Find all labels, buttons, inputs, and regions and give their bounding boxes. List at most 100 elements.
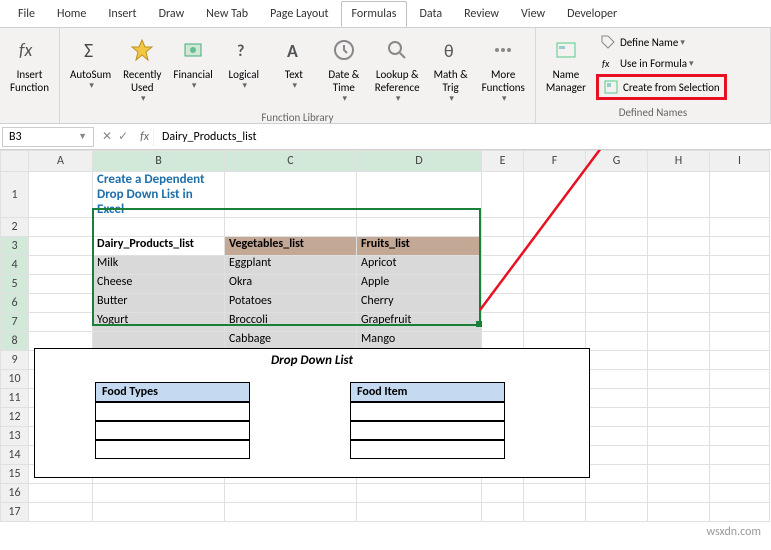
cell-C4[interactable]: Eggplant xyxy=(225,256,357,275)
row-header-14[interactable]: 14 xyxy=(1,446,29,465)
tab-data[interactable]: Data xyxy=(409,2,452,26)
cell-G9[interactable] xyxy=(586,351,648,370)
cell-C17[interactable] xyxy=(225,503,357,522)
cell-G5[interactable] xyxy=(586,275,648,294)
col-header-I[interactable]: I xyxy=(710,151,770,172)
cell-D6[interactable]: Cherry xyxy=(357,294,482,313)
col-header-G[interactable]: G xyxy=(586,151,648,172)
cell-H1[interactable] xyxy=(648,172,710,218)
insert-function-button[interactable]: fx Insert Function xyxy=(4,30,55,98)
cell-D7[interactable]: Grapefruit xyxy=(357,313,482,332)
cell-H8[interactable] xyxy=(648,332,710,351)
cell-B17[interactable] xyxy=(93,503,225,522)
cell-I7[interactable] xyxy=(710,313,770,332)
cell-F6[interactable] xyxy=(524,294,586,313)
food-item-cell-1[interactable] xyxy=(350,402,505,421)
row-header-16[interactable]: 16 xyxy=(1,484,29,503)
cell-H3[interactable] xyxy=(648,237,710,256)
cell-D16[interactable] xyxy=(357,484,482,503)
row-header-8[interactable]: 8 xyxy=(1,332,29,351)
cell-C16[interactable] xyxy=(225,484,357,503)
row-header-10[interactable]: 10 xyxy=(1,370,29,389)
tab-home[interactable]: Home xyxy=(47,2,96,26)
cell-G13[interactable] xyxy=(586,427,648,446)
create-from-selection-button[interactable]: Create from Selection xyxy=(596,74,727,100)
row-header-2[interactable]: 2 xyxy=(1,218,29,237)
row-header-7[interactable]: 7 xyxy=(1,313,29,332)
cell-A1[interactable] xyxy=(29,172,93,218)
cell-G8[interactable] xyxy=(586,332,648,351)
logical-button[interactable]: ? Logical xyxy=(219,30,269,96)
col-header-E[interactable]: E xyxy=(482,151,524,172)
cell-E6[interactable] xyxy=(482,294,524,313)
col-header-C[interactable]: C xyxy=(225,151,357,172)
cell-A6[interactable] xyxy=(29,294,93,313)
cell-G17[interactable] xyxy=(586,503,648,522)
food-types-cell-2[interactable] xyxy=(95,421,250,440)
cell-H2[interactable] xyxy=(648,218,710,237)
cell-E2[interactable] xyxy=(482,218,524,237)
food-types-cell-1[interactable] xyxy=(95,402,250,421)
row-header-12[interactable]: 12 xyxy=(1,408,29,427)
cell-G16[interactable] xyxy=(586,484,648,503)
cell-H10[interactable] xyxy=(648,370,710,389)
cell-D1[interactable] xyxy=(357,172,482,218)
cell-I10[interactable] xyxy=(710,370,770,389)
cell-H6[interactable] xyxy=(648,294,710,313)
lookup-reference-button[interactable]: Lookup & Reference xyxy=(369,30,426,109)
cell-F1[interactable] xyxy=(524,172,586,218)
cell-I11[interactable] xyxy=(710,389,770,408)
cell-I2[interactable] xyxy=(710,218,770,237)
col-header-F[interactable]: F xyxy=(524,151,586,172)
tab-developer[interactable]: Developer xyxy=(557,2,627,26)
cell-F16[interactable] xyxy=(524,484,586,503)
check-icon[interactable]: ✓ xyxy=(118,129,128,144)
cell-I16[interactable] xyxy=(710,484,770,503)
cell-G15[interactable] xyxy=(586,465,648,484)
cell-G14[interactable] xyxy=(586,446,648,465)
cell-H15[interactable] xyxy=(648,465,710,484)
cell-I14[interactable] xyxy=(710,446,770,465)
name-manager-button[interactable]: Name Manager xyxy=(540,30,592,98)
cell-H17[interactable] xyxy=(648,503,710,522)
text-button[interactable]: A Text xyxy=(269,30,319,96)
cell-B16[interactable] xyxy=(93,484,225,503)
name-box[interactable]: B3 ▼ xyxy=(2,127,94,147)
cell-A7[interactable] xyxy=(29,313,93,332)
cell-G2[interactable] xyxy=(586,218,648,237)
cell-E4[interactable] xyxy=(482,256,524,275)
cell-D17[interactable] xyxy=(357,503,482,522)
cell-D4[interactable]: Apricot xyxy=(357,256,482,275)
cell-I5[interactable] xyxy=(710,275,770,294)
math-trig-button[interactable]: θ Math & Trig xyxy=(426,30,476,109)
cell-I3[interactable] xyxy=(710,237,770,256)
cancel-icon[interactable]: ✕ xyxy=(102,129,112,144)
food-item-cell-2[interactable] xyxy=(350,421,505,440)
cell-I15[interactable] xyxy=(710,465,770,484)
cell-A2[interactable] xyxy=(29,218,93,237)
row-header-5[interactable]: 5 xyxy=(1,275,29,294)
tab-pagelayout[interactable]: Page Layout xyxy=(260,2,338,26)
cell-F5[interactable] xyxy=(524,275,586,294)
cell-E16[interactable] xyxy=(482,484,524,503)
cell-H5[interactable] xyxy=(648,275,710,294)
cell-C3[interactable]: Vegetables_list xyxy=(225,237,357,256)
spreadsheet-grid[interactable]: ABCDEFGHI1Create a Dependent Drop Down L… xyxy=(0,150,771,522)
cell-G12[interactable] xyxy=(586,408,648,427)
cell-E1[interactable] xyxy=(482,172,524,218)
cell-C1[interactable] xyxy=(225,172,357,218)
fx-icon[interactable]: fx xyxy=(136,130,153,144)
cell-H13[interactable] xyxy=(648,427,710,446)
cell-I12[interactable] xyxy=(710,408,770,427)
cell-D2[interactable] xyxy=(357,218,482,237)
tab-view[interactable]: View xyxy=(511,2,555,26)
row-header-15[interactable]: 15 xyxy=(1,465,29,484)
cell-H9[interactable] xyxy=(648,351,710,370)
cell-I13[interactable] xyxy=(710,427,770,446)
cell-F4[interactable] xyxy=(524,256,586,275)
cell-H16[interactable] xyxy=(648,484,710,503)
col-header-B[interactable]: B xyxy=(93,151,225,172)
food-item-cell-3[interactable] xyxy=(350,440,505,459)
cell-A16[interactable] xyxy=(29,484,93,503)
cell-G1[interactable] xyxy=(586,172,648,218)
